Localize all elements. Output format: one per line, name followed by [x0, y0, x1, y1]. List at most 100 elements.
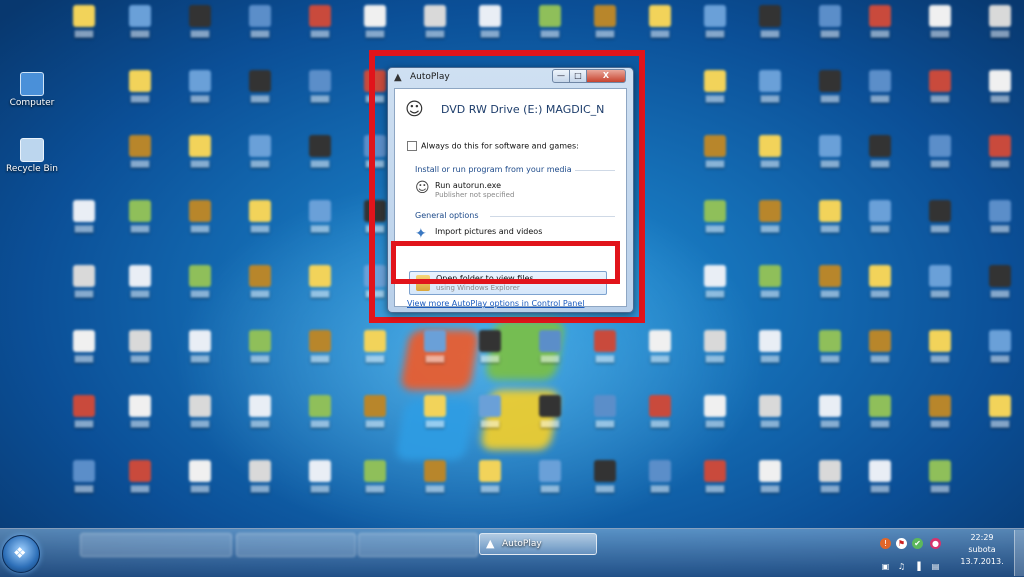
desktop-icon[interactable]: ████ — [168, 135, 232, 191]
desktop-icon[interactable]: ████ — [168, 330, 232, 386]
desktop-icon[interactable]: ████ — [968, 135, 1024, 191]
desktop-icon[interactable]: ████ — [738, 265, 802, 321]
file-icon — [249, 70, 271, 92]
desktop-icon[interactable]: ████ — [908, 70, 972, 126]
desktop-icon[interactable]: ████ — [738, 200, 802, 256]
desktop-icon[interactable]: ████ — [908, 460, 972, 516]
desktop-icon[interactable]: ████ — [168, 395, 232, 451]
taskbar-item[interactable] — [236, 533, 356, 557]
desktop-icon[interactable]: ████ — [52, 460, 116, 516]
desktop-icon[interactable]: ████ — [52, 200, 116, 256]
desktop-icon[interactable]: ████ — [848, 460, 912, 516]
desktop-icon[interactable]: ████ — [848, 265, 912, 321]
minimize-button[interactable]: — — [552, 69, 570, 83]
desktop-icon[interactable]: ████ — [52, 330, 116, 386]
desktop-icon[interactable]: ████ — [848, 5, 912, 61]
desktop-icon[interactable]: ████ — [108, 135, 172, 191]
network-icon[interactable]: ▐ — [912, 561, 923, 572]
desktop-icon[interactable]: ████ — [168, 70, 232, 126]
security-icon[interactable]: ✔ — [912, 538, 923, 549]
desktop-icon[interactable]: ████ — [228, 135, 292, 191]
desktop-icon[interactable]: ████ — [908, 135, 972, 191]
desktop-icon[interactable]: ████ — [968, 265, 1024, 321]
desktop-icon[interactable]: ████ — [108, 330, 172, 386]
flag-icon[interactable]: ⚑ — [896, 538, 907, 549]
desktop-icon[interactable]: ████ — [228, 265, 292, 321]
desktop-icon[interactable]: ████ — [738, 5, 802, 61]
desktop-icon[interactable]: ████ — [458, 395, 522, 451]
taskbar-item-autoplay[interactable]: ▲ AutoPlay — [479, 533, 597, 555]
start-button[interactable]: ❖ — [2, 535, 40, 573]
desktop-icon-label: ████ — [760, 226, 780, 233]
desktop-icon[interactable]: ████ — [848, 70, 912, 126]
desktop-icon[interactable]: ████ — [968, 200, 1024, 256]
desktop-icon[interactable]: ████ — [108, 200, 172, 256]
taskbar-item[interactable] — [80, 533, 232, 557]
file-icon — [309, 200, 331, 222]
desktop-icon[interactable]: ████ — [343, 395, 407, 451]
desktop-icon[interactable]: ████ — [968, 330, 1024, 386]
option-run-autorun[interactable]: ☺ Run autorun.exe Publisher not specifie… — [415, 180, 615, 202]
desktop-icon[interactable]: ████ — [908, 395, 972, 451]
desktop-icon-computer[interactable]: Computer — [0, 72, 64, 128]
file-icon — [929, 70, 951, 92]
desktop-icon[interactable]: ████ — [228, 395, 292, 451]
desktop-icon[interactable]: ████ — [228, 460, 292, 516]
desktop-icon[interactable]: ████ — [908, 200, 972, 256]
taskbar-clock[interactable]: 22:29 subota 13.7.2013. — [952, 532, 1012, 568]
desktop-icon[interactable]: ████ — [458, 330, 522, 386]
maximize-button[interactable]: □ — [569, 69, 587, 83]
desktop-icon[interactable]: ████ — [908, 330, 972, 386]
taskbar-item[interactable] — [358, 533, 478, 557]
device-icon[interactable]: ▣ — [880, 561, 891, 572]
desktop-icon[interactable]: ████ — [108, 5, 172, 61]
desktop-icon[interactable]: ████ — [458, 460, 522, 516]
show-desktop-button[interactable] — [1014, 530, 1024, 576]
desktop-icon[interactable]: ████ — [738, 460, 802, 516]
dialog-titlebar[interactable]: ▲ AutoPlay — □ X — [388, 68, 633, 88]
file-icon — [819, 395, 841, 417]
desktop-icon[interactable]: ████ — [908, 265, 972, 321]
file-icon — [989, 5, 1011, 27]
close-button[interactable]: X — [586, 69, 626, 83]
desktop-icon[interactable]: ████ — [168, 460, 232, 516]
desktop-icon[interactable]: ████ — [52, 395, 116, 451]
desktop-icon[interactable]: ████ — [228, 200, 292, 256]
desktop-icon[interactable]: ████ — [848, 135, 912, 191]
desktop-icon[interactable]: ████ — [738, 135, 802, 191]
desktop-icon[interactable]: ████ — [168, 265, 232, 321]
desktop-icon[interactable]: ████ — [168, 5, 232, 61]
desktop-icon[interactable]: ████ — [228, 70, 292, 126]
desktop-icon[interactable]: ████ — [108, 265, 172, 321]
desktop-icon[interactable]: ████ — [968, 395, 1024, 451]
desktop-icon[interactable]: ████ — [848, 330, 912, 386]
app-tray-icon[interactable]: ● — [930, 538, 941, 549]
always-do-this-checkbox[interactable]: Always do this for software and games: — [407, 141, 579, 151]
alert-icon[interactable]: ! — [880, 538, 891, 549]
desktop-icon[interactable]: ████ — [848, 395, 912, 451]
desktop-icon[interactable]: ████ — [968, 5, 1024, 61]
desktop-icon[interactable]: ████ — [848, 200, 912, 256]
desktop-icon[interactable]: ████ — [108, 70, 172, 126]
desktop-icon-recycle-bin[interactable]: Recycle Bin — [0, 138, 64, 194]
desktop-icon[interactable]: ████ — [343, 460, 407, 516]
desktop-icon[interactable]: ████ — [738, 395, 802, 451]
desktop-icon[interactable]: ████ — [738, 330, 802, 386]
desktop-icon[interactable]: ████ — [168, 200, 232, 256]
desktop-icon[interactable]: ████ — [108, 395, 172, 451]
desktop-icon[interactable]: ████ — [228, 5, 292, 61]
desktop-icon[interactable]: ████ — [343, 330, 407, 386]
volume-icon[interactable]: ♫ — [896, 561, 907, 572]
desktop-icon[interactable]: ████ — [908, 5, 972, 61]
desktop-icon[interactable]: ████ — [52, 5, 116, 61]
desktop-icon[interactable]: ████ — [52, 265, 116, 321]
desktop-icon-label: ████ — [760, 96, 780, 103]
language-icon[interactable]: ▤ — [930, 561, 941, 572]
desktop-icon[interactable]: ████ — [968, 70, 1024, 126]
desktop-icon[interactable]: ████ — [108, 460, 172, 516]
desktop-icon[interactable]: ████ — [738, 70, 802, 126]
desktop-icon[interactable]: ████ — [228, 330, 292, 386]
desktop-icon-label: ████ — [930, 96, 950, 103]
control-panel-link[interactable]: View more AutoPlay options in Control Pa… — [407, 299, 584, 308]
checkbox-box[interactable] — [407, 141, 417, 151]
